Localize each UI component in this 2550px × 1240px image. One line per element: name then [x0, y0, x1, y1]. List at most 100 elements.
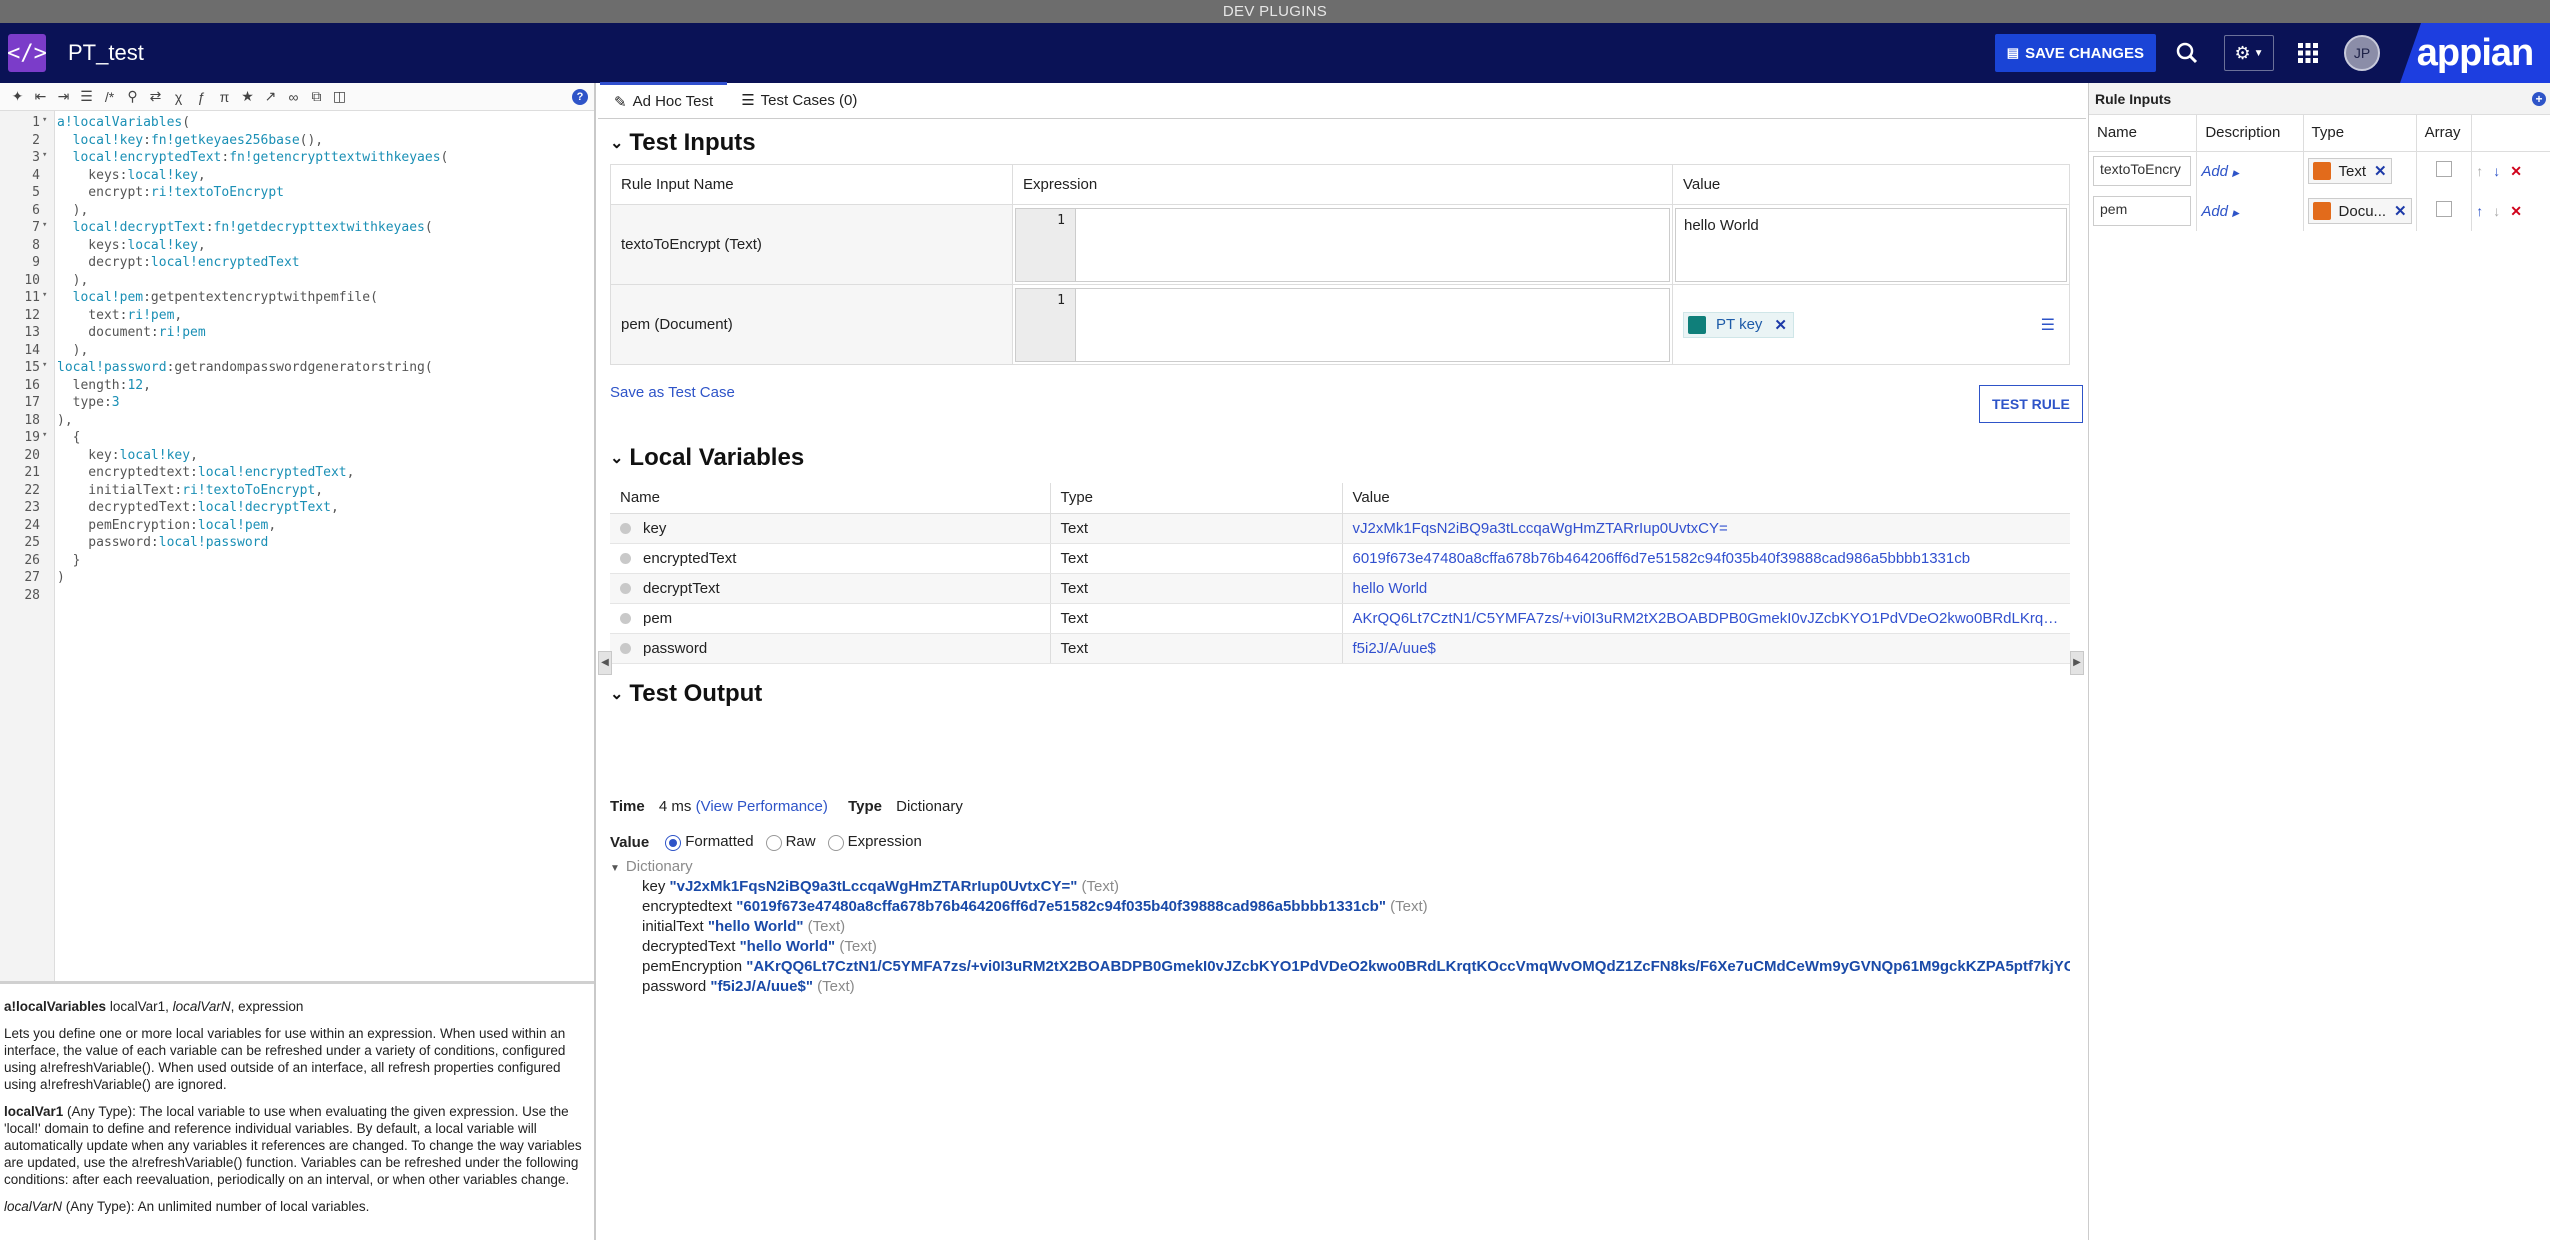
test-rule-button[interactable]: TEST RULE [1979, 385, 2083, 423]
code-line[interactable]: encryptedtext:local!encryptedText, [57, 465, 594, 483]
code-lines[interactable]: a!localVariables( local!key:fn!getkeyaes… [55, 111, 594, 981]
variable-value[interactable]: 6019f673e47480a8cffa678b76b464206ff6d7e5… [1342, 543, 2070, 574]
link-icon[interactable]: ∞ [282, 89, 305, 105]
dictionary-toggle[interactable]: ▼ Dictionary [610, 858, 2070, 878]
test-output-header[interactable]: ⌄ Test Output [610, 680, 762, 708]
list-icon[interactable]: ☰ [75, 88, 98, 105]
code-line[interactable]: type:3 [57, 395, 594, 413]
move-down-icon[interactable]: ↓ [2493, 163, 2510, 179]
variable-value[interactable]: hello World [1342, 573, 2070, 604]
code-line[interactable]: ) [57, 570, 594, 588]
settings-menu-button[interactable]: ⚙ ▼ [2224, 35, 2274, 71]
search-icon[interactable]: ⚲ [121, 88, 144, 105]
apps-grid-icon[interactable] [2298, 43, 2318, 63]
export-icon[interactable]: ↗ [259, 88, 282, 105]
user-avatar[interactable]: JP [2344, 35, 2380, 71]
code-line[interactable]: initialText:ri!textoToEncrypt, [57, 483, 594, 501]
code-line[interactable] [57, 588, 594, 606]
database-icon[interactable]: ◫ [328, 88, 351, 105]
move-down-icon[interactable]: ↓ [2493, 203, 2510, 219]
remove-icon[interactable]: ✕ [2374, 162, 2387, 180]
indent-icon[interactable]: ⇥ [52, 88, 75, 105]
search-icon[interactable] [2176, 42, 2198, 64]
test-inputs-header[interactable]: ⌄ Test Inputs [610, 129, 756, 157]
code-line[interactable]: keys:local!key, [57, 168, 594, 186]
tab-ad-hoc-test[interactable]: ✎ Ad Hoc Test [600, 82, 728, 118]
variable-value[interactable]: f5i2J/A/uue$ [1342, 633, 2070, 664]
code-line[interactable]: decrypt:local!encryptedText [57, 255, 594, 273]
outdent-icon[interactable]: ⇤ [29, 88, 52, 105]
comment-icon[interactable]: /* [98, 89, 121, 105]
input-name-field[interactable]: pem [2093, 196, 2191, 226]
code-line[interactable]: a!localVariables( [57, 115, 594, 133]
collapse-left-handle[interactable]: ◀ [598, 651, 612, 675]
view-performance-link[interactable]: (View Performance) [696, 798, 828, 815]
magic-wand-icon[interactable]: ✦ [6, 88, 29, 105]
code-line[interactable]: ), [57, 413, 594, 431]
collapse-right-handle[interactable]: ▶ [2070, 651, 2084, 675]
help-icon[interactable]: ? [572, 88, 588, 105]
variable-value[interactable]: vJ2xMk1FqsN2iBQ9a3tLccqaWgHmZTARrIup0Uvt… [1342, 513, 2070, 544]
code-area[interactable]: 1 ▾ 2 3 ▾ 4 5 6 7 ▾ 8 9 10 11 ▾ 12 13 14 15 ▾ 16 17 18 19 ▾ 20 21 2… [0, 111, 594, 984]
code-line[interactable]: ), [57, 343, 594, 361]
move-up-icon[interactable]: ↑ [2476, 203, 2493, 219]
expression-editor-field[interactable]: 1 [1015, 287, 1670, 362]
move-up-icon[interactable]: ↑ [2476, 163, 2493, 179]
code-line[interactable]: password:local!password [57, 535, 594, 553]
code-line[interactable]: document:ri!pem [57, 325, 594, 343]
code-line[interactable]: length:12, [57, 378, 594, 396]
code-line[interactable]: keys:local!key, [57, 238, 594, 256]
save-as-test-case-link[interactable]: Save as Test Case [610, 384, 735, 401]
code-line[interactable]: local!password:getrandompasswordgenerato… [57, 360, 594, 378]
code-line[interactable]: local!key:fn!getkeyaes256base(), [57, 133, 594, 151]
code-line[interactable]: { [57, 430, 594, 448]
variable-icon[interactable]: χ [167, 89, 190, 105]
star-icon[interactable]: ★ [236, 88, 259, 105]
remove-icon[interactable]: ✕ [1774, 316, 1787, 334]
radio-formatted[interactable]: Formatted [665, 833, 754, 851]
radio-raw[interactable]: Raw [765, 833, 816, 851]
code-line[interactable]: key:local!key, [57, 448, 594, 466]
radio-expression[interactable]: Expression [827, 833, 922, 851]
code-line[interactable]: local!encryptedText:fn!getencrypttextwit… [57, 150, 594, 168]
code-line[interactable]: text:ri!pem, [57, 308, 594, 326]
input-name-field[interactable]: textoToEncry [2093, 156, 2191, 187]
shuffle-icon[interactable]: ⇄ [144, 88, 167, 105]
type-chip[interactable]: Docu... ✕ [2307, 198, 2412, 224]
fold-caret-icon[interactable]: ▾ [42, 115, 50, 133]
local-variables-header[interactable]: ⌄ Local Variables [610, 444, 804, 472]
expression-editor-field[interactable]: 1 [1015, 207, 1670, 282]
add-input-icon[interactable]: + [2532, 91, 2546, 106]
fold-caret-icon[interactable]: ▾ [42, 430, 50, 448]
array-checkbox[interactable] [2435, 161, 2452, 178]
document-chip[interactable]: PT key ✕ [1683, 311, 1794, 338]
type-chip[interactable]: Text ✕ [2307, 158, 2392, 185]
code-line[interactable]: local!decryptText:fn!getdecrypttextwithk… [57, 220, 594, 238]
fold-caret-icon[interactable]: ▾ [42, 360, 50, 378]
add-description-link[interactable]: Add ▶ [2201, 163, 2239, 180]
code-line[interactable]: encrypt:ri!textoToEncrypt [57, 185, 594, 203]
value-input[interactable]: hello World [1675, 207, 2067, 282]
save-changes-button[interactable]: ▤ SAVE CHANGES [1994, 34, 2156, 72]
variable-value[interactable]: AKrQQ6Lt7CztN1/C5YMFA7zs/+vi0I3uRM2tX2BO… [1342, 603, 2070, 634]
delete-icon[interactable]: ✕ [2510, 163, 2532, 179]
tab-test-cases[interactable]: ☰ Test Cases (0) [727, 82, 871, 118]
code-line[interactable]: } [57, 553, 594, 571]
fold-caret-icon[interactable]: ▾ [42, 290, 50, 308]
function-icon[interactable]: ƒ [190, 89, 213, 105]
fold-caret-icon[interactable]: ▾ [42, 150, 50, 168]
code-line[interactable]: local!pem:getpentextencryptwithpemfile( [57, 290, 594, 308]
add-description-link[interactable]: Add ▶ [2201, 203, 2239, 220]
code-line[interactable]: pemEncryption:local!pem, [57, 518, 594, 536]
array-checkbox[interactable] [2435, 201, 2452, 217]
fold-caret-icon[interactable]: ▾ [42, 220, 50, 238]
code-line[interactable]: ), [57, 273, 594, 291]
document-picker-icon[interactable]: ☰ [2041, 315, 2055, 335]
delete-icon[interactable]: ✕ [2510, 203, 2532, 219]
pi-icon[interactable]: π [213, 89, 236, 105]
code-line[interactable]: ), [57, 203, 594, 221]
code-line[interactable]: decryptedText:local!decryptText, [57, 500, 594, 518]
caret-right-icon: ▶ [2232, 207, 2240, 218]
copy-icon[interactable]: ⧉ [305, 88, 328, 105]
remove-icon[interactable]: ✕ [2394, 202, 2407, 220]
